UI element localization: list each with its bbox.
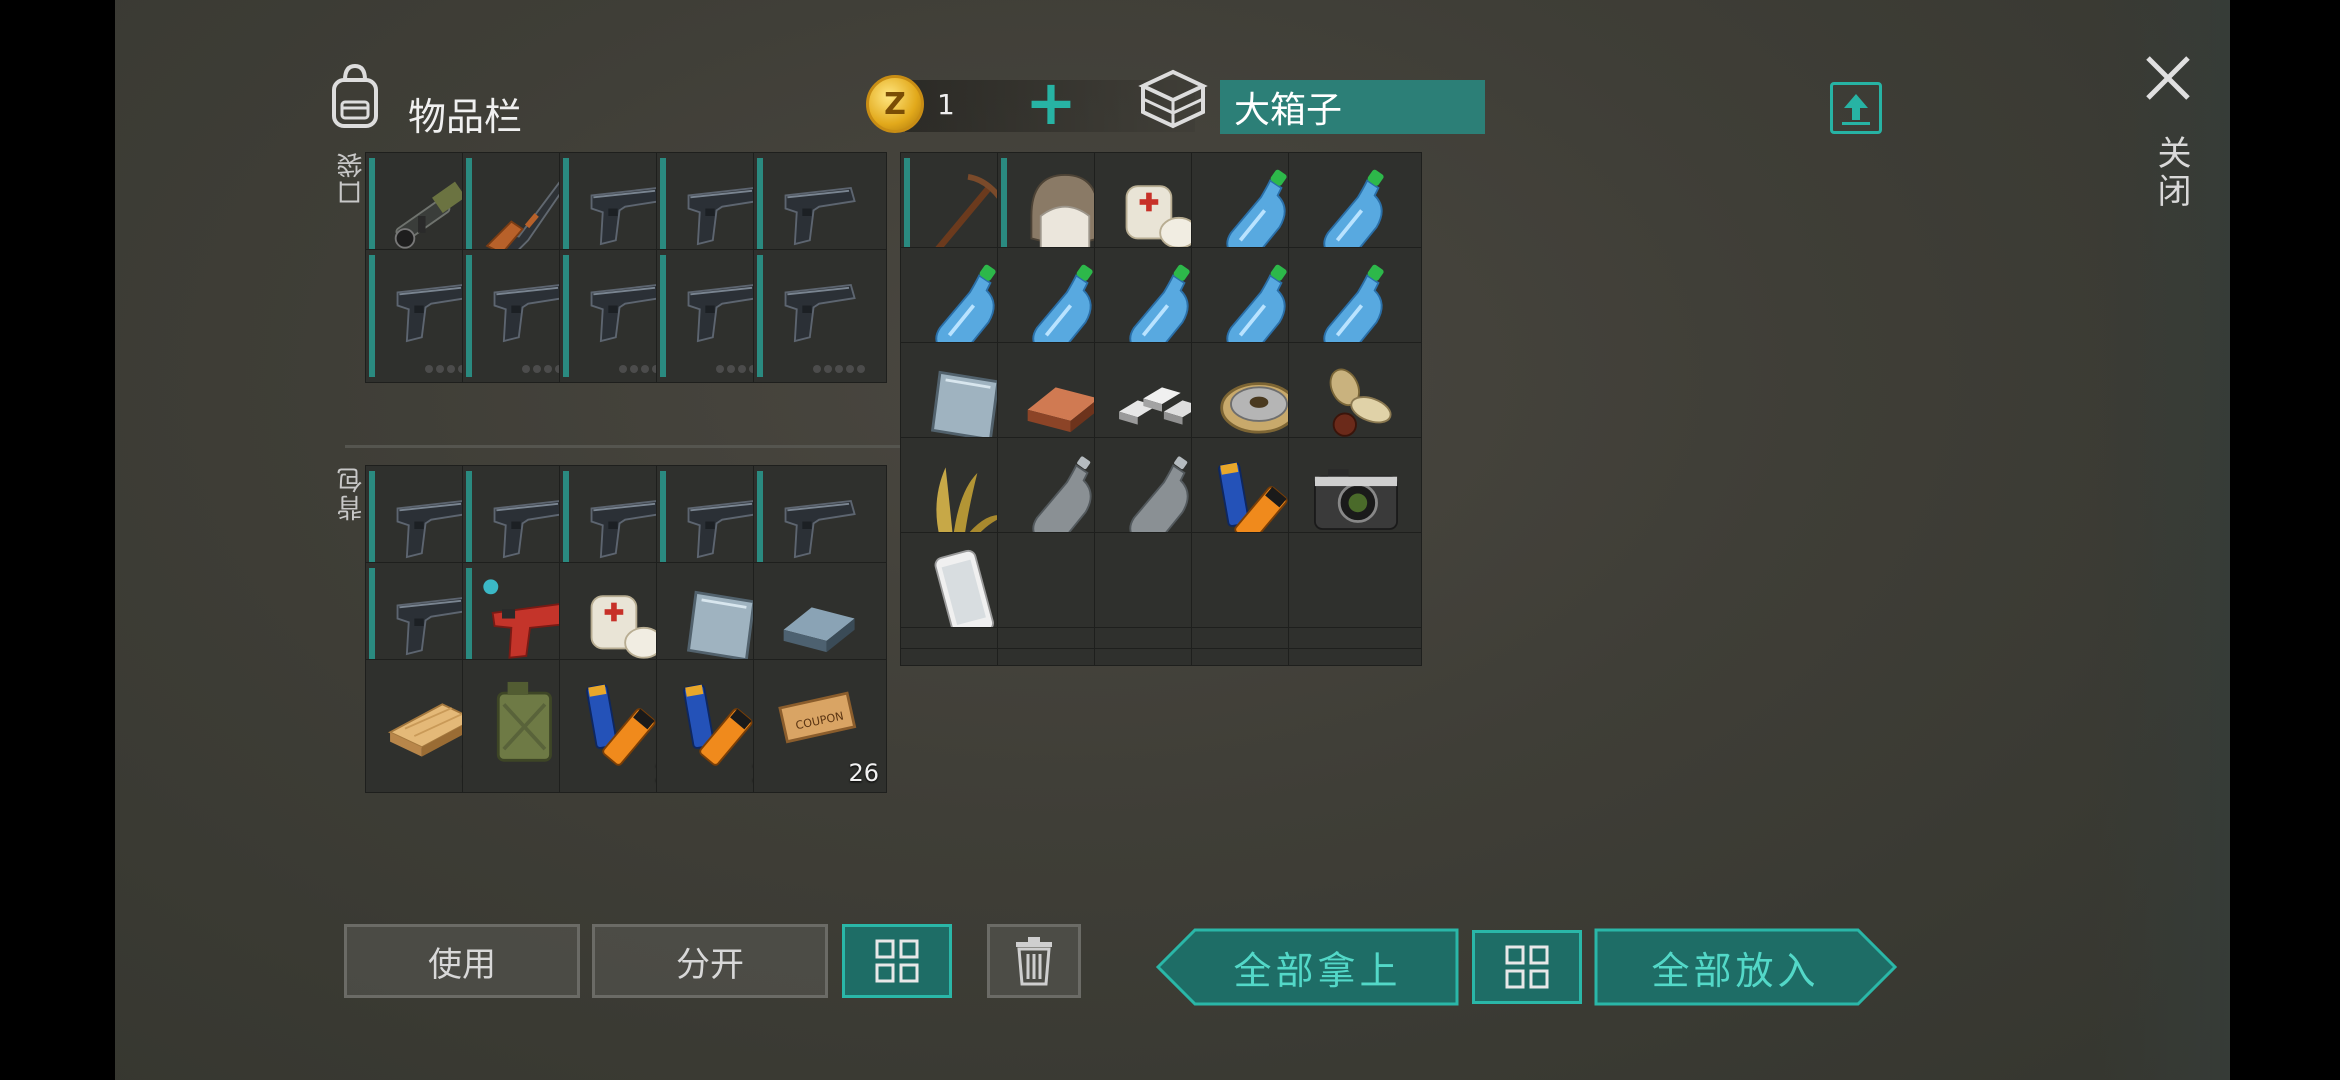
close-icon bbox=[2146, 56, 2190, 100]
trash-button[interactable] bbox=[987, 924, 1081, 998]
coin-symbol: Z bbox=[884, 86, 906, 122]
grid-sort-icon bbox=[875, 939, 919, 983]
pocket-slot[interactable] bbox=[753, 249, 887, 383]
use-button[interactable]: 使用 bbox=[344, 924, 580, 998]
backpack-slot[interactable]: COUPON 26 bbox=[753, 659, 887, 793]
put-all-button[interactable]: 全部放入 bbox=[1593, 927, 1898, 1007]
upload-icon bbox=[1842, 94, 1870, 125]
split-button[interactable]: 分开 bbox=[592, 924, 828, 998]
sort-inventory-button[interactable] bbox=[842, 924, 952, 998]
add-coins-button[interactable]: + bbox=[1025, 72, 1077, 134]
trash-icon bbox=[1016, 937, 1052, 986]
close-label[interactable]: 关闭 bbox=[2147, 135, 2196, 211]
crate-icon bbox=[1135, 64, 1211, 132]
backpack-icon bbox=[330, 62, 380, 130]
container-slot-partial[interactable] bbox=[1288, 627, 1422, 649]
upload-button[interactable] bbox=[1830, 82, 1882, 134]
take-all-button[interactable]: 全部拿上 bbox=[1155, 927, 1460, 1007]
inventory-title: 物品栏 bbox=[408, 95, 523, 139]
take-all-label: 全部拿上 bbox=[1233, 948, 1402, 993]
durability-dots bbox=[813, 365, 865, 373]
game-screen: 物品栏 Z 1 + 大箱子 关闭 口袋 背包 20111222020COUPON… bbox=[115, 0, 2230, 1080]
sort-container-button[interactable] bbox=[1472, 930, 1582, 1004]
item-quantity: 26 bbox=[848, 759, 879, 787]
grid-sort-icon bbox=[1505, 945, 1549, 989]
pistol-icon bbox=[784, 283, 856, 343]
coin-count: 1 bbox=[937, 88, 955, 121]
coin-icon: Z bbox=[866, 75, 924, 133]
close-button[interactable] bbox=[2140, 50, 2196, 106]
put-all-label: 全部放入 bbox=[1651, 948, 1820, 993]
container-name: 大箱子 bbox=[1220, 80, 1485, 134]
